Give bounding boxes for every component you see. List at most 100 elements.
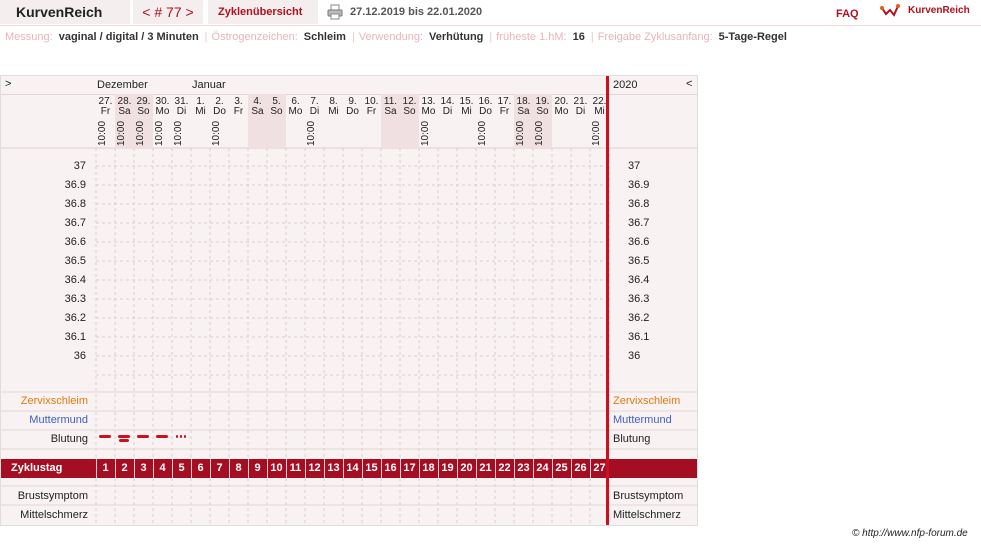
day-column-header[interactable]: 16. Do 10:00 xyxy=(476,94,495,148)
day-column-header[interactable]: 12. So xyxy=(400,94,419,148)
day-column-header[interactable]: 21. Di xyxy=(571,94,590,148)
cycle-overview-link[interactable]: Zyklenübersicht xyxy=(208,0,318,24)
cycle-date-range: 27.12.2019 bis 22.01.2020 xyxy=(350,6,483,18)
weekday-label: So xyxy=(403,106,416,117)
measurement-time: 10:00 xyxy=(534,120,545,146)
day-column-header[interactable]: 4. Sa xyxy=(248,94,267,148)
weekday-label: Mo xyxy=(421,106,436,117)
cycle-day-number[interactable]: 23 xyxy=(514,462,533,474)
weekday-label: Sa xyxy=(384,106,397,117)
day-column-header[interactable]: 6. Mo xyxy=(286,94,305,148)
cycle-day-number[interactable]: 6 xyxy=(191,462,210,474)
cycle-day-number[interactable]: 19 xyxy=(438,462,457,474)
cycle-day-number[interactable]: 12 xyxy=(305,462,324,474)
cycle-day-separator xyxy=(134,459,135,478)
cycle-day-number[interactable]: 14 xyxy=(343,462,362,474)
cycle-day-separator xyxy=(533,459,534,478)
printer-icon[interactable] xyxy=(327,4,343,20)
measurement-time: 10:00 xyxy=(173,120,184,146)
meta-separator: | xyxy=(204,31,208,43)
day-column-header[interactable]: 19. So 10:00 xyxy=(533,94,552,148)
cycle-day-number[interactable]: 9 xyxy=(248,462,267,474)
cycle-day-separator xyxy=(590,459,591,478)
cycle-day-number[interactable]: 17 xyxy=(400,462,419,474)
cycle-day-number[interactable]: 24 xyxy=(533,462,552,474)
cycle-day-number[interactable]: 22 xyxy=(495,462,514,474)
cycle-day-number[interactable]: 1 xyxy=(96,462,115,474)
day-column-header[interactable]: 1. Mi xyxy=(191,94,210,148)
app-brand: KurvenReich xyxy=(0,0,130,24)
day-column-header[interactable]: 2. Do 10:00 xyxy=(210,94,229,148)
temp-axis-label-right: 36.3 xyxy=(628,293,650,305)
next-cycle-button[interactable]: > xyxy=(186,4,194,20)
weekday-label: Di xyxy=(575,106,586,117)
cycle-day-number[interactable]: 3 xyxy=(134,462,153,474)
weekday-label: Do xyxy=(346,106,359,117)
weekday-label: Di xyxy=(442,106,453,117)
bleeding-mark[interactable] xyxy=(99,435,111,438)
row-label-muttermund: Muttermund xyxy=(29,414,88,426)
cycle-day-number[interactable]: 16 xyxy=(381,462,400,474)
bleeding-mark[interactable] xyxy=(118,435,130,438)
cycle-day-number[interactable]: 18 xyxy=(419,462,438,474)
cycle-day-separator xyxy=(267,459,268,478)
day-column-header[interactable]: 9. Do xyxy=(343,94,362,148)
day-column-header[interactable]: 5. So xyxy=(267,94,286,148)
day-column-header[interactable]: 29. So 10:00 xyxy=(134,94,153,148)
cycle-day-number[interactable]: 25 xyxy=(552,462,571,474)
cycle-day-number[interactable]: 7 xyxy=(210,462,229,474)
day-column-header[interactable]: 15. Mi xyxy=(457,94,476,148)
weekday-label: Mo xyxy=(554,106,569,117)
cycle-day-number[interactable]: 26 xyxy=(571,462,590,474)
cycle-day-number[interactable]: 20 xyxy=(457,462,476,474)
day-column-header[interactable]: 7. Di 10:00 xyxy=(305,94,324,148)
cycle-day-separator xyxy=(457,459,458,478)
day-column-header[interactable]: 13. Mo 10:00 xyxy=(419,94,438,148)
row-label-cervix-right: Zervixschleim xyxy=(613,395,681,407)
cycle-day-number[interactable]: 13 xyxy=(324,462,343,474)
cycle-day-number[interactable]: 4 xyxy=(153,462,172,474)
day-column-header[interactable]: 3. Fr xyxy=(229,94,248,148)
cycle-day-separator xyxy=(210,459,211,478)
cycle-day-number[interactable]: 2 xyxy=(115,462,134,474)
weekday-label: Mi xyxy=(328,106,339,117)
meta-value: Schleim xyxy=(303,31,346,43)
cycle-day-number[interactable]: 15 xyxy=(362,462,381,474)
cycle-day-number[interactable]: 21 xyxy=(476,462,495,474)
day-column-header[interactable]: 31. Di 10:00 xyxy=(172,94,191,148)
day-column-header[interactable]: 18. Sa 10:00 xyxy=(514,94,533,148)
cycle-day-separator xyxy=(305,459,306,478)
cycle-number-link[interactable]: # 77 xyxy=(154,4,181,20)
weekday-label: So xyxy=(270,106,283,117)
day-column-header[interactable]: 11. Sa xyxy=(381,94,400,148)
cycle-day-separator xyxy=(495,459,496,478)
weekday-label: Fr xyxy=(499,106,510,117)
day-column-header[interactable]: 10. Fr xyxy=(362,94,381,148)
cycle-day-separator xyxy=(571,459,572,478)
cycle-day-separator xyxy=(115,459,116,478)
cycle-day-number[interactable]: 5 xyxy=(172,462,191,474)
prev-cycle-button[interactable]: < xyxy=(142,4,150,20)
cycle-day-number[interactable]: 11 xyxy=(286,462,305,474)
cycle-day-number[interactable]: 8 xyxy=(229,462,248,474)
day-column-header[interactable]: 27. Fr 10:00 xyxy=(96,94,115,148)
temp-axis-label-right: 36 xyxy=(628,350,641,362)
cycle-day-separator xyxy=(229,459,230,478)
cycle-day-number[interactable]: 10 xyxy=(267,462,286,474)
bleeding-mark[interactable] xyxy=(156,435,168,438)
day-column-header[interactable]: 30. Mo 10:00 xyxy=(153,94,172,148)
meta-value: Verhütung xyxy=(429,31,484,43)
weekday-label: Sa xyxy=(517,106,530,117)
day-column-header[interactable]: 28. Sa 10:00 xyxy=(115,94,134,148)
cycle-day-separator xyxy=(191,459,192,478)
bleeding-mark[interactable] xyxy=(137,435,149,438)
day-column-header[interactable]: 14. Di xyxy=(438,94,457,148)
day-column-header[interactable]: 20. Mo xyxy=(552,94,571,148)
faq-link[interactable]: FAQ xyxy=(836,0,859,28)
day-column-header[interactable]: 17. Fr xyxy=(495,94,514,148)
temp-axis-label-right: 36.9 xyxy=(628,179,650,191)
cycle-day-separator xyxy=(362,459,363,478)
temp-axis-label-right: 36.7 xyxy=(628,217,650,229)
day-column-header[interactable]: 8. Mi xyxy=(324,94,343,148)
temp-axis-label-right: 36.1 xyxy=(628,331,650,343)
